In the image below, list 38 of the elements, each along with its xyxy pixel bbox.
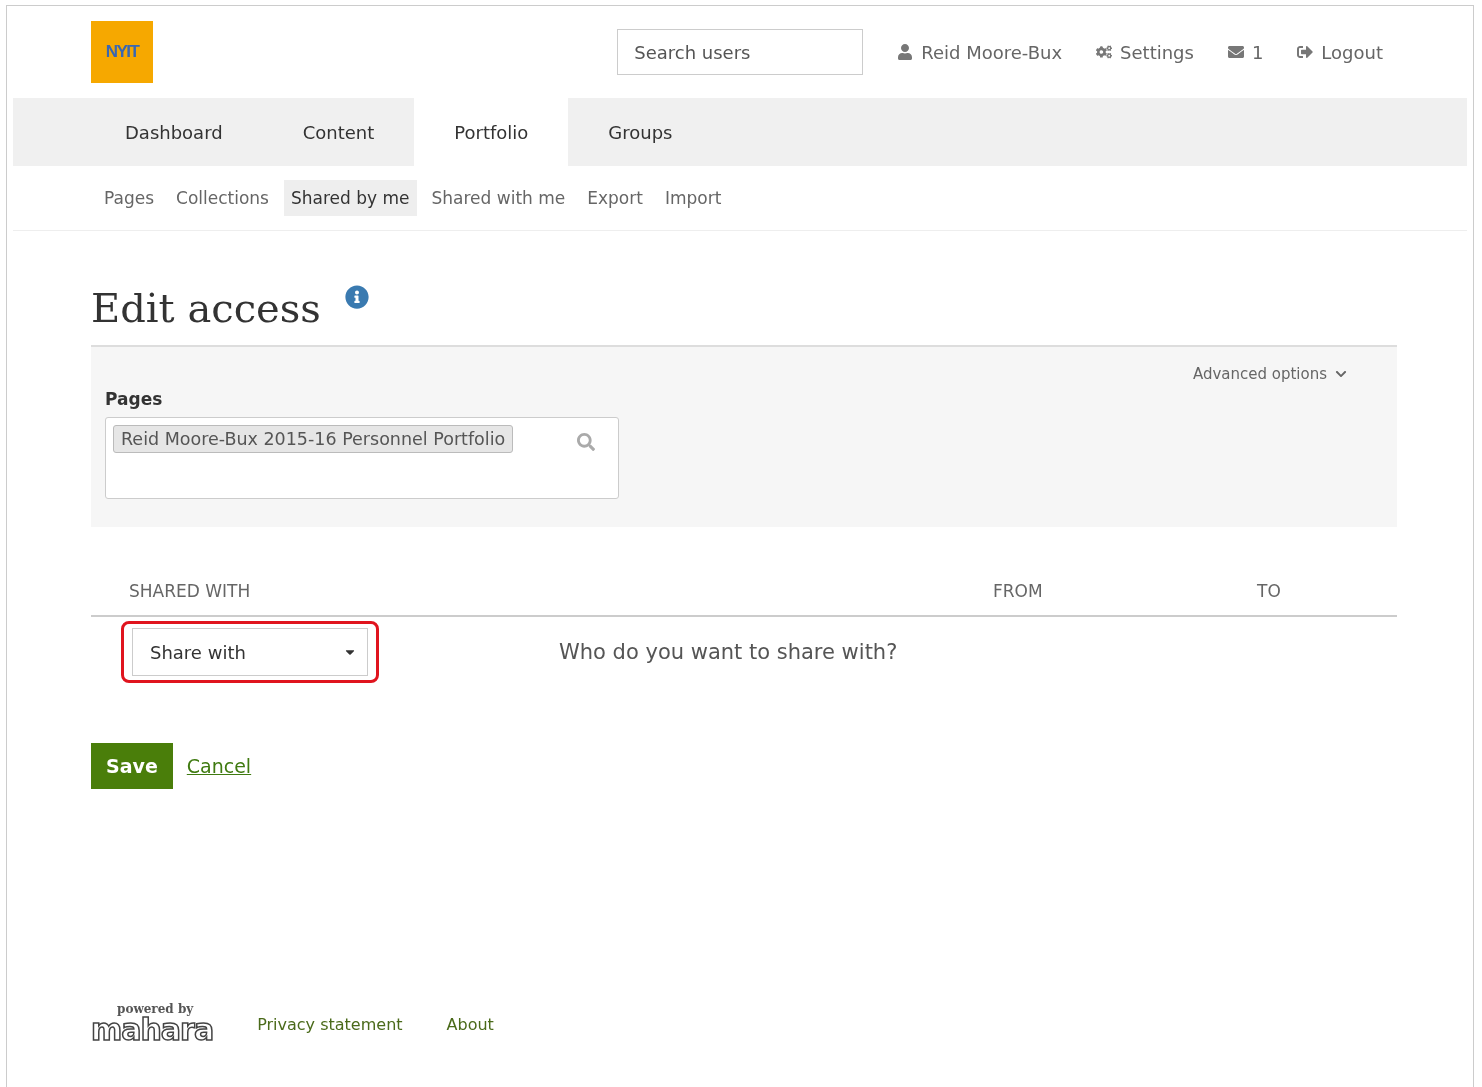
search-icon xyxy=(577,433,595,451)
column-header: SHARED WITH xyxy=(129,581,252,601)
nav-tab[interactable]: Dashboard xyxy=(85,98,263,166)
pages-field[interactable]: Reid Moore-Bux 2015-16 Personnel Portfolio xyxy=(105,417,619,499)
user-icon xyxy=(897,44,914,60)
hint-text: Who do you want to share with? xyxy=(559,640,899,664)
logout-icon xyxy=(1297,44,1314,60)
header-link[interactable]: Reid Moore-Bux xyxy=(897,41,1063,63)
column-header: TO xyxy=(1257,581,1282,601)
column-header: FROM xyxy=(993,581,1044,601)
advanced-options-link[interactable]: Advanced options xyxy=(1192,365,1347,383)
chevron-icon xyxy=(1335,368,1347,380)
logo-caption: powered by xyxy=(116,1003,195,1015)
nav-tab[interactable]: Groups xyxy=(568,98,713,166)
header-link[interactable]: Settings xyxy=(1096,41,1194,63)
sub-nav-tab[interactable]: Pages xyxy=(97,180,161,216)
page-title: Edit access xyxy=(91,285,321,331)
share-with-select[interactable]: Share with xyxy=(132,628,368,676)
save-button[interactable]: Save xyxy=(91,743,173,789)
header-link[interactable]: Logout xyxy=(1297,41,1383,63)
sub-nav-tab[interactable]: Export xyxy=(580,180,650,216)
footer-link[interactable]: Privacy statement xyxy=(257,1014,403,1034)
footer-link[interactable]: About xyxy=(446,1014,494,1034)
nav-tab[interactable]: Content xyxy=(262,98,415,166)
sub-nav-tab[interactable]: Shared with me xyxy=(424,180,573,216)
sub-nav-tab[interactable]: Collections xyxy=(169,180,276,216)
envelope-icon xyxy=(1227,44,1244,60)
sub-nav-tab[interactable]: Import xyxy=(657,180,729,216)
page-tag[interactable]: Reid Moore-Bux 2015-16 Personnel Portfolio xyxy=(113,425,514,453)
mahara-logo[interactable]: mahara xyxy=(91,1015,214,1045)
gears-icon xyxy=(1096,44,1113,60)
info-icon[interactable] xyxy=(344,285,369,309)
sub-nav-tab[interactable]: Shared by me xyxy=(283,180,417,216)
cancel-link[interactable]: Cancel xyxy=(186,755,252,777)
field-label: Pages xyxy=(105,389,164,409)
search-field[interactable]: Search users xyxy=(617,29,864,75)
nav-tab[interactable]: Portfolio xyxy=(414,98,569,166)
header-link[interactable]: 1 xyxy=(1227,41,1264,63)
